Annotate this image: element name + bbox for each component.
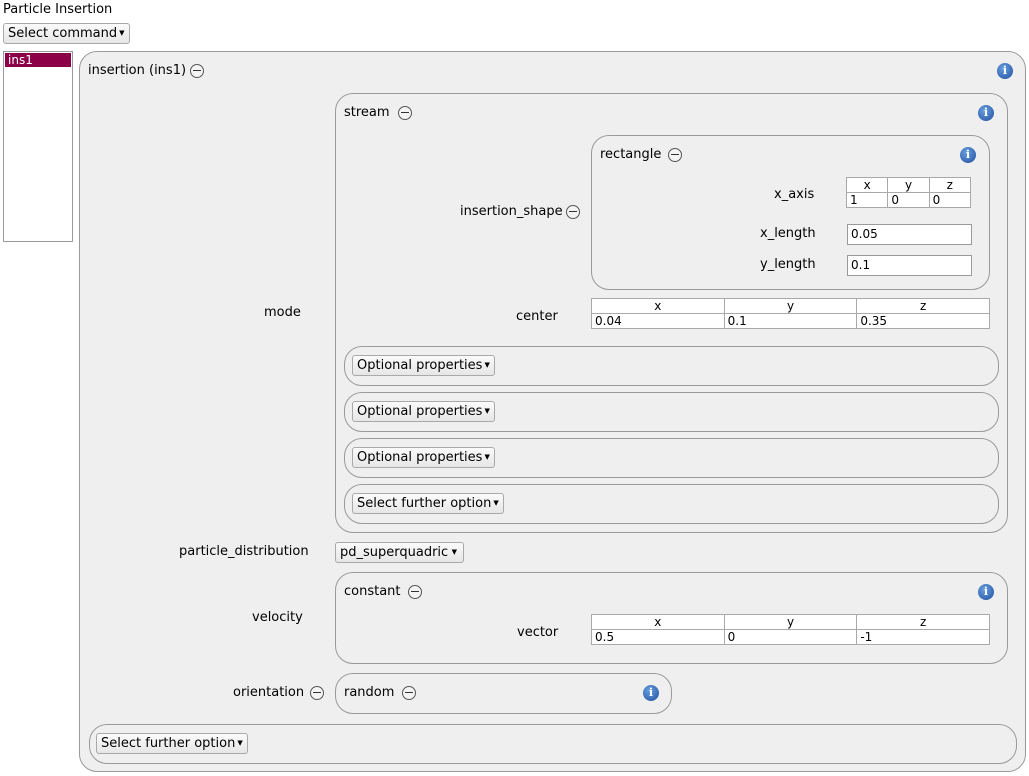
select-further-option-label: Select further option — [101, 736, 236, 751]
collapse-insertion-shape-icon[interactable] — [566, 205, 580, 219]
info-icon[interactable]: i — [643, 685, 659, 701]
center-header-z: z — [856, 298, 990, 314]
dropdown-arrow-icon: ▼ — [119, 29, 125, 37]
vector-label: vector — [517, 625, 559, 640]
particle-distribution-value: pd_superquadric — [340, 545, 449, 560]
optional-properties-label: Optional properties — [357, 358, 483, 373]
y-length-field[interactable]: 0.1 — [847, 255, 972, 276]
x-axis-header-z: z — [928, 177, 972, 193]
collapse-random-icon[interactable] — [402, 686, 416, 700]
insertion-title: insertion (ins1) — [88, 63, 187, 78]
particle-distribution-select[interactable]: pd_superquadric ▼ — [335, 542, 464, 563]
vector-header-z: z — [856, 614, 990, 630]
center-header-x: x — [591, 298, 725, 314]
center-header-y: y — [723, 298, 858, 314]
orientation-label: orientation — [233, 685, 305, 700]
collapse-stream-icon[interactable] — [398, 106, 412, 120]
select-further-option-button[interactable]: Select further option ▼ — [352, 493, 504, 514]
dropdown-arrow-icon: ▼ — [484, 453, 490, 461]
collapse-constant-icon[interactable] — [408, 585, 422, 599]
optional-properties-button[interactable]: Optional properties ▼ — [352, 447, 495, 468]
x-axis-header-y: y — [887, 177, 930, 193]
x-axis-label: x_axis — [774, 187, 815, 202]
center-cell-z[interactable]: 0.35 — [856, 313, 990, 329]
velocity-label: velocity — [252, 610, 303, 625]
vector-header-x: x — [591, 614, 725, 630]
x-axis-cell-y[interactable]: 0 — [887, 192, 930, 208]
optional-properties-label: Optional properties — [357, 450, 483, 465]
center-cell-x[interactable]: 0.04 — [591, 313, 725, 329]
window-title: Particle Insertion — [3, 2, 113, 17]
x-length-label: x_length — [760, 226, 816, 241]
info-icon[interactable]: i — [960, 147, 976, 163]
vector-header-y: y — [723, 614, 858, 630]
select-command-button[interactable]: Select command ▼ — [3, 23, 130, 44]
center-table: x y z 0.04 0.1 0.35 — [591, 298, 990, 329]
select-further-option-button[interactable]: Select further option ▼ — [96, 733, 248, 754]
center-cell-y[interactable]: 0.1 — [723, 313, 858, 329]
optional-properties-button[interactable]: Optional properties ▼ — [352, 401, 495, 422]
random-title: random — [344, 685, 395, 700]
vector-cell-x[interactable]: 0.5 — [591, 629, 725, 645]
constant-title: constant — [344, 584, 401, 599]
vector-cell-z[interactable]: -1 — [856, 629, 990, 645]
select-command-label: Select command — [8, 26, 118, 41]
info-icon[interactable]: i — [997, 63, 1013, 79]
dropdown-arrow-icon: ▼ — [484, 361, 490, 369]
x-axis-header-x: x — [845, 177, 889, 193]
info-icon[interactable]: i — [978, 105, 994, 121]
mode-label: mode — [264, 305, 301, 320]
rectangle-title: rectangle — [600, 147, 662, 162]
center-label: center — [516, 309, 558, 324]
vector-cell-y[interactable]: 0 — [723, 629, 858, 645]
dropdown-arrow-icon: ▼ — [493, 499, 499, 507]
collapse-orientation-icon[interactable] — [310, 686, 324, 700]
insertion-list[interactable]: ins1 — [3, 51, 73, 242]
x-axis-cell-x[interactable]: 1 — [845, 192, 889, 208]
particle-distribution-label: particle_distribution — [179, 544, 309, 559]
optional-properties-button[interactable]: Optional properties ▼ — [352, 355, 495, 376]
collapse-insertion-icon[interactable] — [190, 64, 204, 78]
dropdown-arrow-icon: ▼ — [484, 407, 490, 415]
x-length-field[interactable]: 0.05 — [847, 224, 972, 245]
dropdown-arrow-icon: ▼ — [237, 739, 243, 747]
list-item-ins1[interactable]: ins1 — [5, 53, 71, 67]
x-axis-cell-z[interactable]: 0 — [928, 192, 972, 208]
insertion-shape-label: insertion_shape — [460, 204, 563, 219]
optional-properties-label: Optional properties — [357, 404, 483, 419]
y-length-label: y_length — [760, 257, 816, 272]
info-icon[interactable]: i — [978, 584, 994, 600]
select-further-option-label: Select further option — [357, 496, 492, 511]
dropdown-arrow-icon: ▼ — [451, 548, 457, 556]
vector-table: x y z 0.5 0 -1 — [591, 614, 990, 645]
x-axis-table: x y z 1 0 0 — [845, 177, 972, 208]
collapse-rectangle-icon[interactable] — [668, 148, 682, 162]
stream-title: stream — [344, 105, 390, 120]
